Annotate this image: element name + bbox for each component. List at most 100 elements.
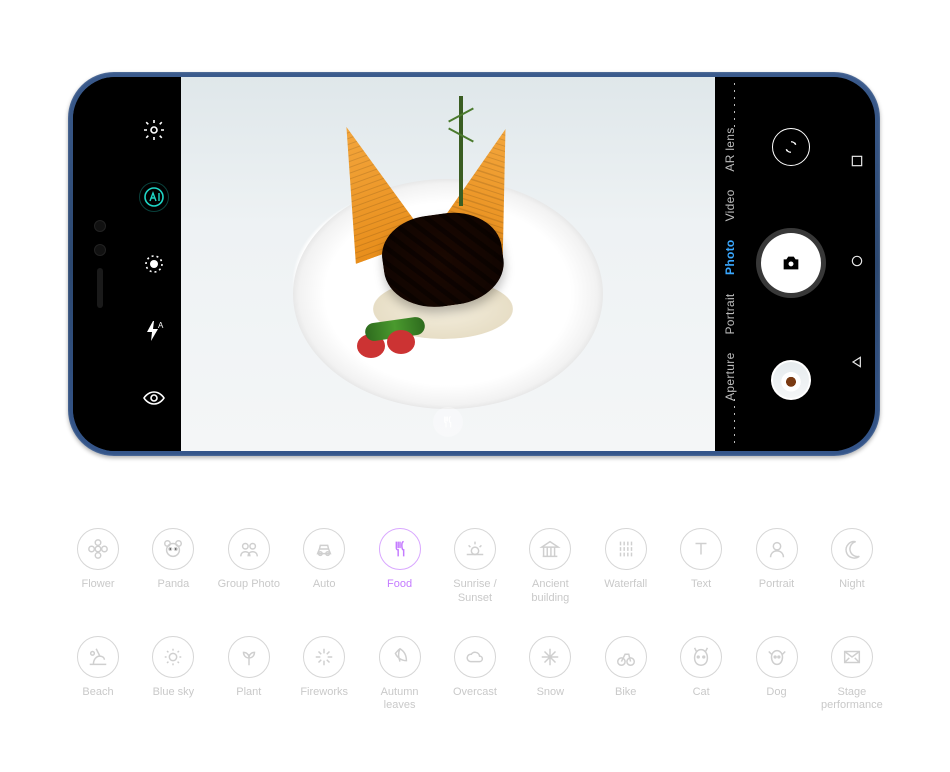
scene-label: Panda (157, 578, 189, 592)
camera-swap-button[interactable] (772, 128, 810, 166)
flash-button[interactable]: A (139, 316, 169, 346)
detected-scene-badge (433, 407, 463, 437)
viewfinder-scene (181, 77, 715, 451)
group-icon (228, 528, 270, 570)
front-camera-1 (94, 220, 106, 232)
snow-icon (529, 636, 571, 678)
scene-item-plant[interactable]: Plant (216, 636, 282, 714)
ai-scene-grid: Flower Panda Group Photo Auto FoodSunrise / … (65, 528, 885, 713)
scene-item-waterfall[interactable]: Waterfall (593, 528, 659, 606)
scene-item-leaves[interactable]: Autumn leaves (367, 636, 433, 714)
nav-home-button[interactable] (849, 253, 865, 274)
scene-item-bike[interactable]: Bike (593, 636, 659, 714)
beauty-button[interactable] (139, 383, 169, 413)
night-icon (831, 528, 873, 570)
scene-item-snow[interactable]: Snow (517, 636, 583, 714)
scene-label: Stage performance (821, 686, 883, 714)
scene-item-flower[interactable]: Flower (65, 528, 131, 606)
ai-mode-button[interactable] (139, 182, 169, 212)
camera-icon (780, 252, 802, 274)
live-photo-button[interactable] (139, 249, 169, 279)
overcast-icon (454, 636, 496, 678)
scene-label: Bike (615, 686, 636, 700)
scene-item-bluesky[interactable]: Blue sky (140, 636, 206, 714)
camera-left-toolbar: A (127, 77, 181, 451)
scene-label: Snow (537, 686, 565, 700)
scene-label: Autumn leaves (367, 686, 433, 714)
square-icon (849, 153, 865, 169)
front-camera-2 (94, 244, 106, 256)
settings-button[interactable] (139, 115, 169, 145)
scene-label: Dog (766, 686, 786, 700)
flash-auto-icon: A (142, 319, 166, 343)
camera-right-toolbar (743, 77, 839, 451)
scene-label: Group Photo (218, 578, 280, 592)
live-photo-icon (142, 252, 166, 276)
triangle-icon (849, 354, 865, 370)
portrait-icon (756, 528, 798, 570)
scene-label: Waterfall (604, 578, 647, 592)
food-icon (440, 414, 456, 430)
auto-icon (303, 528, 345, 570)
scene-item-dog[interactable]: Dog (744, 636, 810, 714)
scene-label: Beach (82, 686, 113, 700)
fireworks-icon (303, 636, 345, 678)
camera-viewfinder[interactable] (181, 77, 715, 451)
notch (73, 77, 127, 451)
scene-item-beach[interactable]: Beach (65, 636, 131, 714)
scene-label: Blue sky (153, 686, 195, 700)
nav-back-button[interactable] (849, 354, 865, 375)
scene-label: Flower (81, 578, 114, 592)
stage-icon (831, 636, 873, 678)
bike-icon (605, 636, 647, 678)
mode-video[interactable]: Video (721, 182, 739, 230)
scene-label: Auto (313, 578, 336, 592)
scene-item-portrait[interactable]: Portrait (744, 528, 810, 606)
nav-recent-button[interactable] (849, 153, 865, 174)
shutter-button[interactable] (761, 233, 821, 293)
earpiece-speaker (97, 268, 103, 308)
mode-aperture[interactable]: Aperture (721, 344, 739, 408)
flower-icon (77, 528, 119, 570)
scene-item-food[interactable]: Food (367, 528, 433, 606)
scene-item-night[interactable]: Night (819, 528, 885, 606)
circle-icon (849, 253, 865, 269)
scene-label: Night (839, 578, 865, 592)
camera-swap-icon (782, 138, 800, 156)
bluesky-icon (152, 636, 194, 678)
scene-label: Overcast (453, 686, 497, 700)
mode-ar-lens[interactable]: AR lens (721, 119, 739, 179)
mode-portrait[interactable]: Portrait (721, 285, 739, 342)
scene-item-text[interactable]: Text (668, 528, 734, 606)
ai-scene-row-1: Flower Panda Group Photo Auto FoodSunrise / … (65, 528, 885, 606)
gear-icon (142, 118, 166, 142)
mode-photo[interactable]: Photo (721, 232, 739, 284)
veg-graphic (357, 324, 437, 360)
scene-item-panda[interactable]: Panda (140, 528, 206, 606)
scene-item-stage[interactable]: Stage performance (819, 636, 885, 714)
scene-item-group[interactable]: Group Photo (216, 528, 282, 606)
beach-icon (77, 636, 119, 678)
food-icon (379, 528, 421, 570)
ancient-icon (529, 528, 571, 570)
scene-label: Text (691, 578, 711, 592)
scene-item-auto[interactable]: Auto (291, 528, 357, 606)
scene-item-ancient[interactable]: Ancient building (517, 528, 583, 606)
scene-item-fireworks[interactable]: Fireworks (291, 636, 357, 714)
plant-icon (228, 636, 270, 678)
text-icon (680, 528, 722, 570)
gallery-thumbnail[interactable] (771, 360, 811, 400)
mode-strip[interactable]: AR lens Video PhotoPortrait Aperture (715, 77, 743, 451)
ai-scene-row-2: Beach Blue sky Plant Fireworks Autumn leaves… (65, 636, 885, 714)
scene-label: Plant (236, 686, 261, 700)
herb-graphic (459, 96, 463, 206)
scene-item-overcast[interactable]: Overcast (442, 636, 508, 714)
sunrise-icon (454, 528, 496, 570)
scene-label: Cat (693, 686, 710, 700)
android-nav-bar (839, 77, 875, 451)
scene-item-sunrise[interactable]: Sunrise / Sunset (442, 528, 508, 606)
scene-item-cat[interactable]: Cat (668, 636, 734, 714)
ai-icon (142, 185, 166, 209)
cat-icon (680, 636, 722, 678)
phone-screen: A AR lensVideoPhotoPortraitApert (73, 77, 875, 451)
